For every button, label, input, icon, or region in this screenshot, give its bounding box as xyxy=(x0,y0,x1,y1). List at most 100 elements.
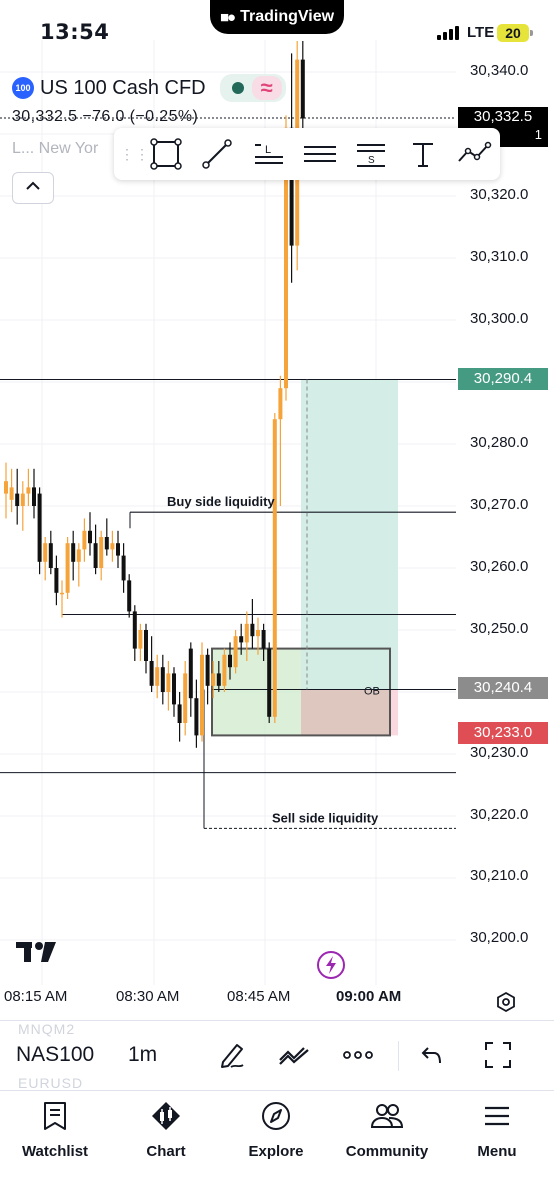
text-tool-button[interactable] xyxy=(397,132,448,176)
price-tick: 30,340.0 xyxy=(470,62,529,79)
market-status[interactable]: ≈ xyxy=(219,74,286,102)
tab-explore[interactable]: Explore xyxy=(221,1099,331,1160)
entry-price-tag: 30,240.4 xyxy=(458,677,548,699)
collapse-legend-button[interactable] xyxy=(12,172,54,204)
time-axis[interactable]: 08:15 AM 08:30 AM 08:45 AM 09:00 AM xyxy=(0,988,554,1014)
candle xyxy=(239,636,244,643)
menu-icon xyxy=(480,1099,514,1133)
candle xyxy=(166,673,171,692)
price-tick: 30,230.0 xyxy=(470,744,529,761)
indicators-icon xyxy=(279,1047,309,1065)
tab-label: Community xyxy=(345,1143,429,1160)
candle xyxy=(188,648,193,699)
session-line: L... New Yor xyxy=(12,140,99,157)
candle xyxy=(32,487,36,506)
trend-line-tool-button[interactable] xyxy=(191,132,242,176)
candle xyxy=(194,698,199,736)
candle xyxy=(54,568,59,593)
tab-menu[interactable]: Menu xyxy=(442,1099,552,1160)
candle xyxy=(172,673,176,705)
buy-side-liquidity-label: Buy side liquidity xyxy=(167,494,275,509)
candle xyxy=(20,493,25,506)
candle xyxy=(121,555,126,581)
price-tick: 30,270.0 xyxy=(470,496,529,513)
community-icon xyxy=(370,1099,404,1133)
pen-icon xyxy=(221,1044,244,1068)
tab-watchlist[interactable]: Watchlist xyxy=(0,1099,110,1160)
price-tick: 30,320.0 xyxy=(470,186,529,203)
candle xyxy=(250,623,255,637)
parallel-channel-icon xyxy=(303,146,336,162)
price-tick: 30,220.0 xyxy=(470,806,529,823)
undo-button[interactable] xyxy=(414,1037,450,1073)
candle xyxy=(233,636,238,668)
chart-area[interactable]: Buy side liquidity Sell side liquidity OB … xyxy=(0,0,554,1020)
candle xyxy=(216,673,221,686)
candle xyxy=(76,549,81,562)
price-tick: 30,310.0 xyxy=(470,248,529,265)
drawing-toolbar[interactable]: ⋮⋮ L S xyxy=(114,128,500,180)
candle xyxy=(99,537,104,568)
candle xyxy=(43,543,48,562)
short-position-icon: S xyxy=(357,144,386,167)
price-change-line: 30,332.5 −76.0 (−0.25%) xyxy=(12,108,199,125)
tab-label: Menu xyxy=(477,1143,517,1160)
adjacent-symbol[interactable]: EURUSD xyxy=(18,1075,83,1091)
symbol-name[interactable]: US 100 Cash CFD xyxy=(40,77,206,100)
path-tool-button[interactable] xyxy=(449,132,500,176)
candle xyxy=(278,388,283,420)
candle xyxy=(15,493,20,506)
svg-text:S: S xyxy=(368,155,375,166)
rectangle-tool-button[interactable] xyxy=(140,132,191,176)
price-tick: 30,260.0 xyxy=(470,558,529,575)
candle xyxy=(267,648,272,717)
candle xyxy=(93,543,98,568)
candle xyxy=(65,543,70,593)
tab-community[interactable]: Community xyxy=(332,1099,442,1160)
tradingview-watermark-icon xyxy=(16,940,58,969)
fullscreen-button[interactable] xyxy=(480,1037,516,1073)
price-tick: 30,250.0 xyxy=(470,620,529,637)
separator xyxy=(398,1041,399,1071)
lightning-replay-icon[interactable] xyxy=(316,950,346,980)
path-icon xyxy=(458,141,492,162)
short-position-tool-button[interactable]: S xyxy=(346,132,397,176)
time-tick: 09:00 AM xyxy=(336,988,402,1005)
candle xyxy=(26,487,31,494)
candle xyxy=(104,537,109,550)
symbol-legend[interactable]: 100 US 100 Cash CFD ≈ xyxy=(12,74,286,102)
time-tick: 08:30 AM xyxy=(116,988,180,1005)
candle xyxy=(200,654,204,736)
more-button[interactable] xyxy=(340,1037,376,1073)
drawing-tools-button[interactable] xyxy=(214,1037,250,1073)
time-tick: 08:15 AM xyxy=(4,988,68,1005)
bottom-tab-bar[interactable]: Watchlist Chart Explore Community Menu xyxy=(0,1090,554,1200)
candle xyxy=(300,59,305,119)
symbol-bar[interactable]: MNQM2 NAS100 1m EURUSD xyxy=(0,1020,554,1091)
drag-handle-icon[interactable]: ⋮⋮ xyxy=(120,147,149,161)
candle xyxy=(244,623,249,643)
symbol-selector[interactable]: NAS100 xyxy=(16,1043,94,1067)
tab-chart[interactable]: Chart xyxy=(111,1099,221,1160)
indicators-button[interactable] xyxy=(276,1037,312,1073)
parallel-channel-tool-button[interactable] xyxy=(294,132,345,176)
candle xyxy=(261,630,266,649)
adjacent-symbol[interactable]: MNQM2 xyxy=(18,1021,75,1037)
tab-label: Watchlist xyxy=(21,1143,89,1160)
svg-text:L: L xyxy=(265,144,271,156)
candle xyxy=(222,654,227,686)
delayed-data-icon[interactable]: ≈ xyxy=(251,76,282,100)
order-block-label: OB xyxy=(364,686,380,698)
axis-settings-icon[interactable] xyxy=(494,990,518,1014)
long-position-tool-button[interactable]: L xyxy=(243,132,294,176)
trend-line-icon xyxy=(202,139,232,169)
candle xyxy=(160,667,165,692)
candle xyxy=(60,592,64,595)
chevron-up-icon xyxy=(26,181,40,190)
watchlist-icon xyxy=(38,1099,72,1133)
interval-selector[interactable]: 1m xyxy=(128,1043,157,1067)
stop-price-tag: 30,233.0 xyxy=(458,722,548,744)
candle xyxy=(110,543,115,550)
candle xyxy=(144,630,148,661)
price-tick: 30,280.0 xyxy=(470,434,529,451)
